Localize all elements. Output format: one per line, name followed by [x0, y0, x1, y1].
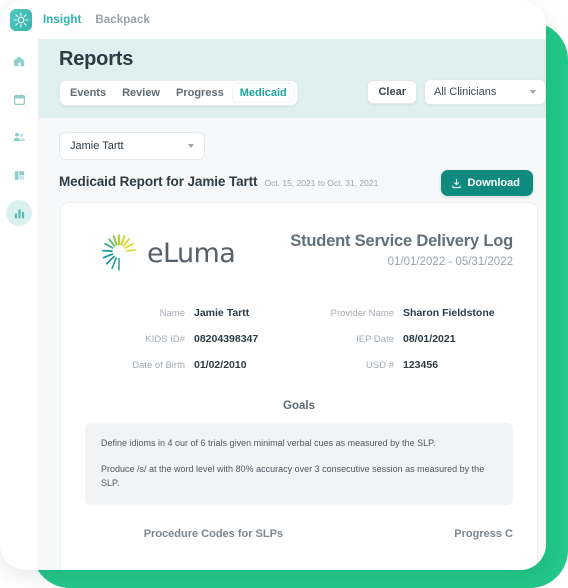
report-heading: Medicaid Report for Jamie Tartt	[59, 174, 258, 189]
bar-chart-icon	[14, 208, 24, 218]
goal-item: Produce /s/ at the word level with 80% a…	[101, 464, 485, 488]
info-row-name: Name Jamie Tartt	[101, 307, 304, 321]
info-label-kids-id: KIDS ID#	[145, 333, 185, 345]
report-document-card: eLuma Student Service Delivery Log 01/01…	[60, 202, 538, 570]
people-icon	[13, 132, 26, 142]
app-window: Insight Backpack Reports Events Review P…	[0, 0, 546, 570]
report-info-right-column: Provider Name Sharon Fieldstone IEP Date…	[304, 307, 513, 384]
sidebar-item-home[interactable]	[6, 48, 32, 74]
top-nav: Insight Backpack	[43, 14, 150, 26]
tab-medicaid[interactable]: Medicaid	[231, 83, 295, 103]
book-icon	[14, 170, 24, 180]
content-area: Reports Events Review Progress Medicaid …	[38, 39, 546, 570]
info-row-provider-name: Provider Name Sharon Fieldstone	[310, 307, 513, 321]
info-label-usd: USD #	[366, 359, 394, 371]
info-row-usd: USD # 123456	[310, 359, 513, 373]
sidebar-divider	[38, 39, 39, 570]
sidebar-item-reports[interactable]	[6, 200, 32, 226]
header-controls: Clear All Clinicians	[367, 79, 546, 105]
info-label-dob: Date of Birth	[132, 359, 185, 371]
info-value-iep-date: 08/01/2021	[403, 332, 456, 345]
report-date-range: Oct. 15, 2021 to Oct. 31, 2021	[264, 178, 379, 188]
top-nav-item-insight[interactable]: Insight	[43, 14, 81, 26]
tab-progress[interactable]: Progress	[168, 83, 232, 103]
sidebar-item-library[interactable]	[6, 162, 32, 188]
eluma-wordmark: eLuma	[147, 237, 236, 269]
column-header-progress: Progress C	[454, 527, 513, 540]
top-bar: Insight Backpack	[0, 0, 546, 39]
sidebar-item-calendar[interactable]	[6, 86, 32, 112]
sun-burst-icon	[10, 8, 32, 31]
clinician-filter-value: All Clinicians	[434, 86, 497, 98]
column-header-procedure-codes: Procedure Codes for SLPs	[143, 527, 284, 540]
info-value-usd: 123456	[403, 358, 439, 371]
eluma-logo: eLuma	[85, 223, 236, 276]
report-title-block: Student Service Delivery Log 01/01/2022 …	[290, 223, 513, 268]
download-button-label: Download	[467, 177, 520, 189]
tab-review[interactable]: Review	[114, 83, 168, 103]
page-header-band: Reports Events Review Progress Medicaid …	[38, 39, 546, 118]
report-heading-row: Medicaid Report for Jamie Tartt Oct. 15,…	[59, 170, 546, 196]
download-button[interactable]: Download	[441, 170, 533, 196]
info-label-iep-date: IEP Date	[356, 333, 394, 345]
report-document-header: eLuma Student Service Delivery Log 01/01…	[85, 223, 513, 276]
report-info-grid: Name Jamie Tartt KIDS ID# 08204398347 Da…	[85, 307, 513, 384]
download-icon	[452, 178, 462, 188]
info-label-provider-name: Provider Name	[330, 308, 394, 319]
sidebar	[0, 39, 38, 570]
clear-button[interactable]: Clear	[367, 80, 417, 104]
goal-item: Define idioms in 4 our of 6 trials given…	[101, 438, 436, 449]
page-title: Reports	[59, 48, 134, 70]
goals-box: Define idioms in 4 our of 6 trials given…	[85, 423, 513, 505]
home-icon	[13, 56, 25, 67]
clinician-filter-select[interactable]: All Clinicians	[424, 79, 546, 105]
info-value-kids-id: 08204398347	[194, 332, 259, 345]
report-document-subtitle: 01/01/2022 - 05/31/2022	[387, 256, 513, 268]
info-row-iep-date: IEP Date 08/01/2021	[310, 333, 513, 347]
info-value-name: Jamie Tartt	[194, 307, 250, 319]
info-row-dob: Date of Birth 01/02/2010	[101, 359, 304, 373]
tab-events[interactable]: Events	[62, 83, 114, 103]
sidebar-item-students[interactable]	[6, 124, 32, 150]
procedure-table-header: Procedure Codes for SLPs Progress C	[85, 528, 513, 558]
calendar-icon	[13, 93, 25, 105]
report-tabs: Events Review Progress Medicaid	[59, 80, 298, 106]
goals-section-title: Goals	[283, 400, 315, 413]
report-info-left-column: Name Jamie Tartt KIDS ID# 08204398347 Da…	[101, 307, 304, 384]
info-label-name: Name	[159, 308, 185, 319]
student-select-value: Jamie Tartt	[70, 140, 124, 152]
info-value-dob: 01/02/2010	[194, 358, 247, 371]
info-value-provider-name: Sharon Fieldstone	[403, 307, 495, 319]
info-row-kids-id: KIDS ID# 08204398347	[101, 333, 304, 347]
top-nav-item-backpack[interactable]: Backpack	[95, 14, 150, 26]
chevron-down-icon	[188, 144, 194, 148]
report-document-title: Student Service Delivery Log	[290, 232, 513, 250]
page-body: Jamie Tartt Medicaid Report for Jamie Ta…	[38, 118, 546, 570]
eluma-burst-icon	[101, 234, 136, 271]
chevron-down-icon	[530, 90, 536, 94]
student-select[interactable]: Jamie Tartt	[59, 132, 205, 160]
screen: Insight Backpack Reports Events Review P…	[0, 0, 568, 588]
